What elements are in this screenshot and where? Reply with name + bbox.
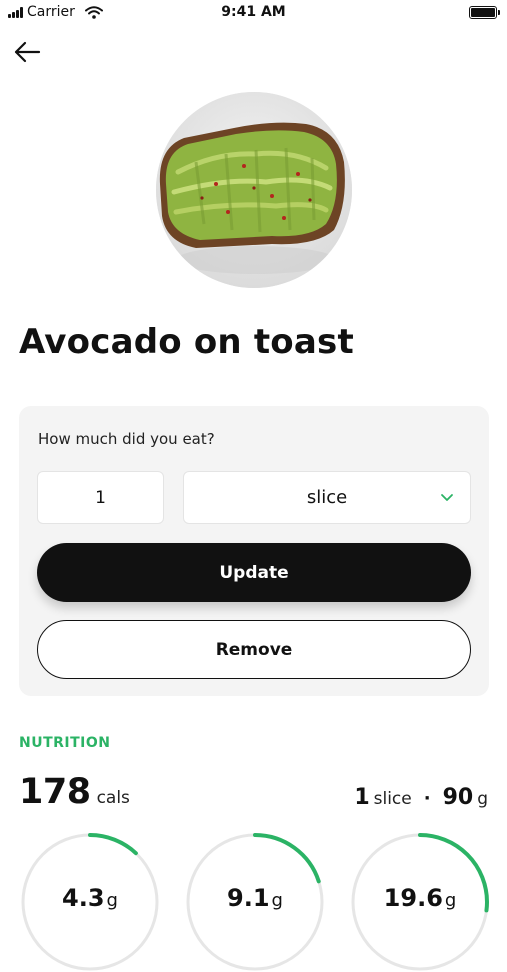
calories-summary: 178 cals — [19, 772, 130, 812]
unit-value: slice — [306, 487, 348, 508]
serving-summary: 1 slice · 90 g — [354, 785, 488, 810]
serving-separator: · — [423, 788, 431, 809]
macro-ring-3: 19.6 g — [350, 832, 490, 972]
macro-unit-2: g — [271, 890, 283, 911]
calories-value: 178 — [19, 772, 91, 812]
update-button[interactable]: Update — [37, 543, 471, 602]
calories-unit: cals — [96, 788, 130, 808]
food-photo — [156, 92, 352, 288]
unit-select[interactable]: slice — [183, 471, 471, 524]
serving-unit: slice — [373, 789, 412, 809]
quantity-input[interactable] — [37, 471, 164, 524]
serving-weight-unit: g — [477, 789, 488, 809]
macro-ring-2: 9.1 g — [185, 832, 325, 972]
remove-button[interactable]: Remove — [37, 620, 471, 679]
chevron-down-icon — [441, 494, 453, 501]
portion-question: How much did you eat? — [38, 430, 215, 448]
food-title: Avocado on toast — [19, 322, 354, 362]
clock: 9:41 AM — [221, 4, 286, 20]
back-button[interactable] — [12, 38, 42, 66]
macro-value-2: 9.1 — [227, 884, 270, 912]
status-bar: Carrier 9:41 AM — [0, 0, 507, 26]
macro-unit-1: g — [106, 890, 118, 911]
macro-value-1: 4.3 — [62, 884, 105, 912]
portion-card: How much did you eat? slice Update Remov… — [19, 406, 489, 696]
avocado-toast-image — [156, 92, 352, 288]
macro-unit-3: g — [444, 890, 457, 911]
serving-quantity: 1 — [354, 785, 370, 810]
battery-icon — [469, 6, 500, 19]
macro-ring-1: 4.3 g — [20, 832, 160, 972]
arrow-left-icon — [14, 41, 41, 63]
macro-value-3: 19.6 — [383, 884, 443, 912]
nutrition-heading: NUTRITION — [19, 735, 111, 751]
serving-weight: 90 — [442, 785, 474, 810]
